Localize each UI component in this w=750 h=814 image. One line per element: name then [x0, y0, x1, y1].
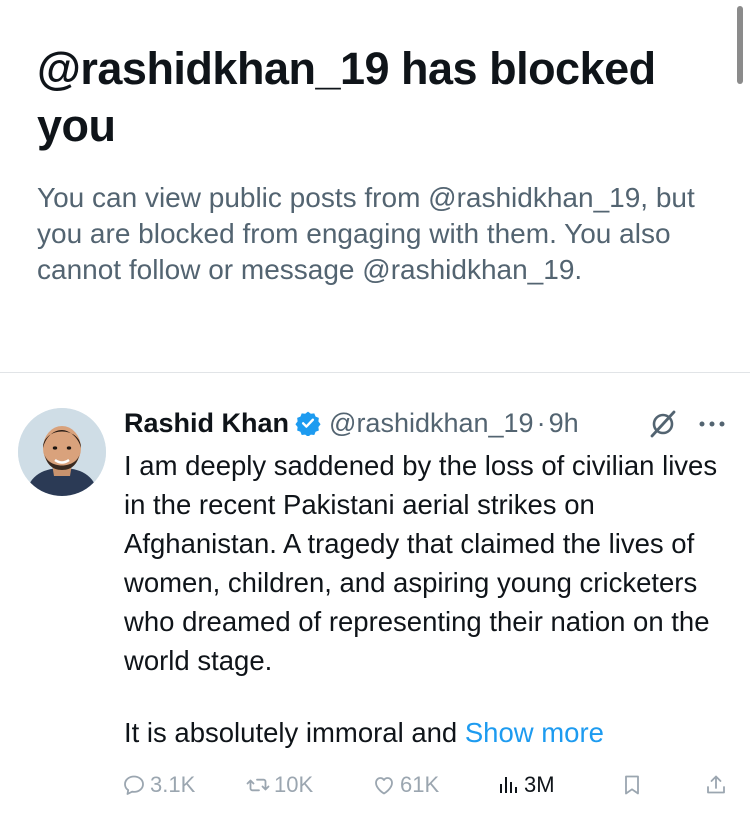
bookmark-button[interactable]	[620, 768, 648, 802]
views-count: 3M	[524, 772, 555, 797]
reply-count: 3.1K	[150, 772, 196, 797]
display-name[interactable]: Rashid Khan	[124, 408, 289, 439]
post-header: Rashid Khan @rashidkhan_19 · 9h	[124, 405, 724, 441]
divider	[0, 372, 750, 373]
views-button[interactable]: 3M	[496, 768, 555, 802]
post-text-continued-body: It is absolutely immoral and	[124, 717, 458, 748]
separator-dot: ·	[536, 407, 546, 438]
post-time[interactable]: 9h	[549, 408, 579, 439]
repost-icon	[246, 778, 270, 792]
avatar-image	[18, 408, 106, 496]
share-icon	[707, 775, 725, 794]
more-icon[interactable]	[694, 412, 730, 436]
reply-icon	[124, 775, 144, 795]
block-description: You can view public posts from @rashidkh…	[37, 182, 695, 285]
show-more-link[interactable]: Show more	[465, 717, 604, 748]
grok-icon[interactable]	[648, 409, 678, 439]
repost-button[interactable]: 10K	[246, 768, 313, 802]
views-icon	[500, 777, 517, 793]
like-button[interactable]: 61K	[372, 768, 439, 802]
post-text-continued: It is absolutely immoral and Show more	[124, 713, 744, 752]
bookmark-icon	[625, 775, 639, 795]
avatar[interactable]	[18, 408, 106, 496]
post-actions: 3.1K 10K 61K 3M	[122, 768, 732, 802]
block-title: @rashidkhan_19 has blocked you	[37, 43, 656, 151]
share-button[interactable]	[704, 768, 732, 802]
repost-count: 10K	[274, 772, 314, 797]
like-icon	[375, 777, 393, 795]
handle[interactable]: @rashidkhan_19	[329, 408, 534, 439]
like-count: 61K	[400, 772, 440, 797]
scrollbar[interactable]	[737, 6, 743, 84]
verified-badge-icon	[295, 410, 321, 437]
post-text: I am deeply saddened by the loss of civi…	[124, 450, 718, 676]
reply-button[interactable]: 3.1K	[122, 768, 195, 802]
